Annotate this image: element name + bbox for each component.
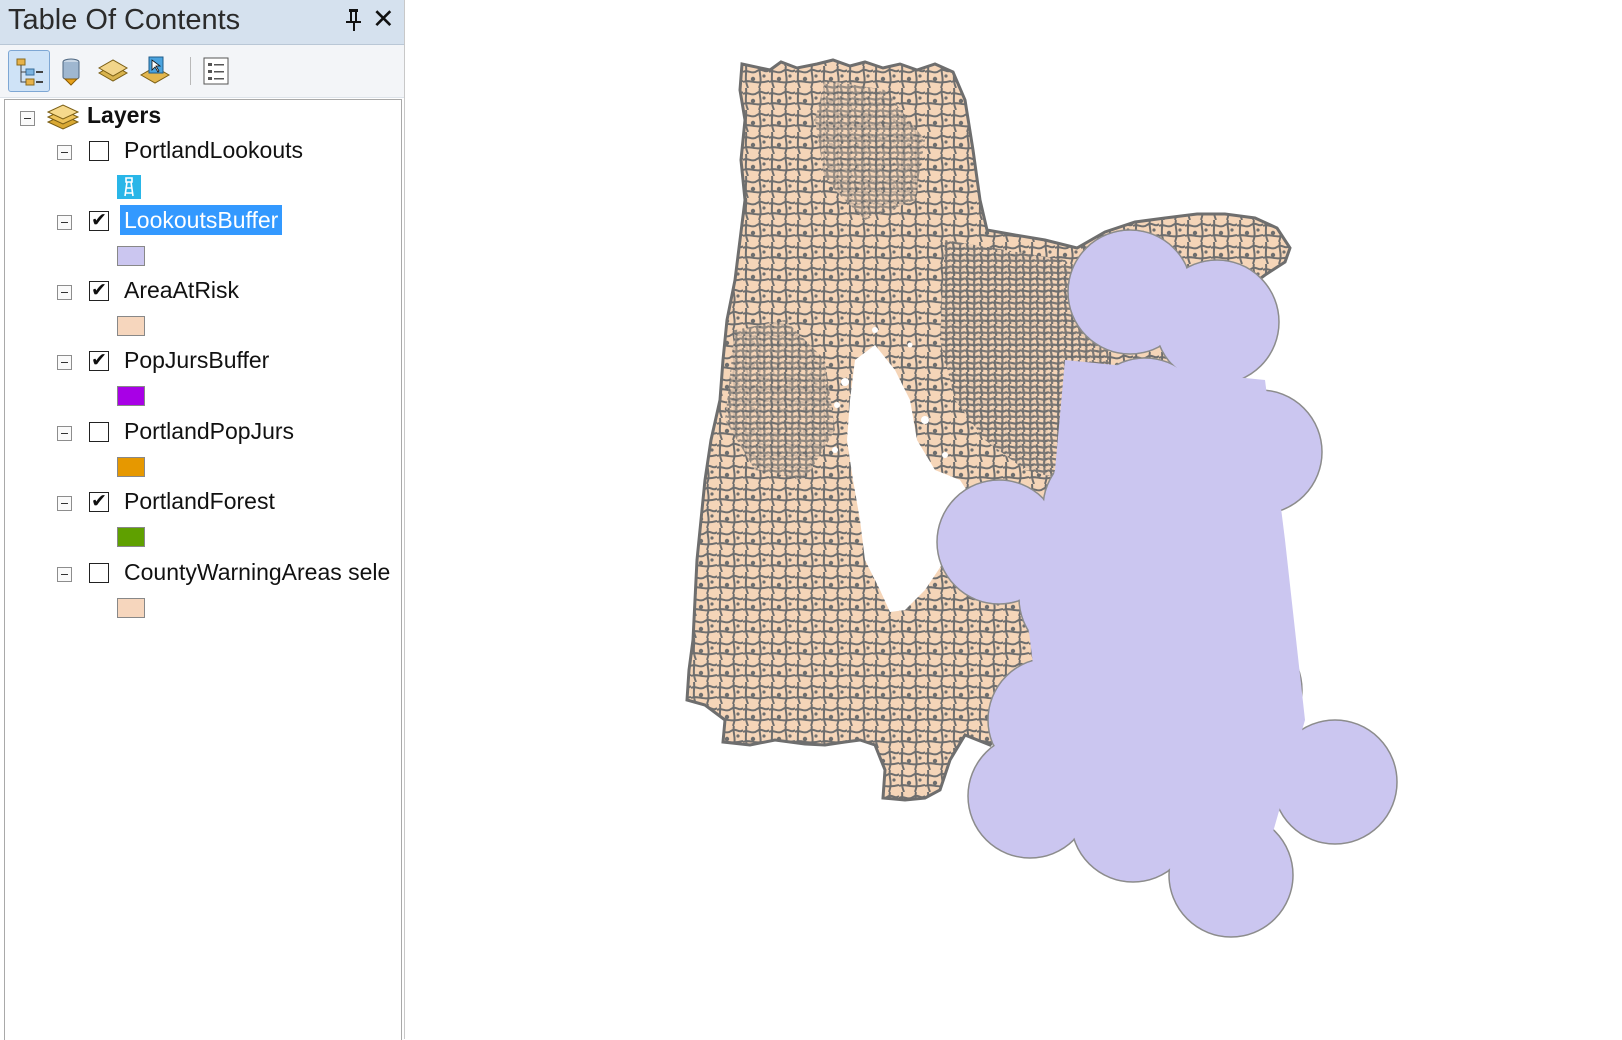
table-of-contents-pane: Table Of Contents ✕ Layers PortlandLooko… [0, 0, 405, 1040]
layer-visibility-checkbox[interactable] [89, 422, 109, 442]
symbol-swatch [117, 527, 145, 547]
checkmark: ✔ [91, 490, 107, 512]
symbol-swatch [117, 598, 145, 618]
checkmark: ✔ [91, 279, 107, 301]
layer-collapse-toggle[interactable] [57, 215, 72, 230]
layer-name[interactable]: LookoutsBuffer [120, 205, 283, 235]
layers-root-label: Layers [87, 102, 162, 128]
options-button[interactable] [196, 50, 238, 92]
close-icon[interactable]: ✕ [372, 6, 395, 34]
layer-visibility-checkbox[interactable]: ✔ [89, 209, 109, 231]
layer-name[interactable]: PortlandForest [120, 486, 279, 516]
layer-visibility-checkbox[interactable] [89, 563, 109, 583]
list-by-visibility-button[interactable] [92, 50, 134, 92]
options-icon [203, 57, 229, 85]
toc-title: Table Of Contents [8, 4, 241, 36]
checkmark: ✔ [91, 209, 107, 231]
list-by-visibility-icon [97, 59, 129, 82]
list-by-drawing-order-icon [16, 58, 43, 86]
layer-collapse-toggle[interactable] [57, 285, 72, 300]
layer-name[interactable]: PortlandPopJurs [120, 416, 298, 446]
toolbar-separator [190, 57, 191, 85]
layer-visibility-checkbox[interactable] [89, 141, 109, 161]
pin-icon[interactable] [343, 7, 365, 33]
layer-collapse-toggle[interactable] [57, 496, 72, 511]
list-by-selection-icon [139, 56, 171, 84]
layer-tree: Layers PortlandLookouts ✔ LookoutsBuffer… [4, 99, 402, 1040]
list-by-selection-button[interactable] [134, 50, 176, 92]
toc-toolbar [0, 45, 404, 98]
layer-visibility-checkbox[interactable]: ✔ [89, 349, 109, 371]
symbol-swatch [117, 246, 145, 266]
list-by-source-button[interactable] [50, 50, 92, 92]
layer-collapse-toggle[interactable] [57, 355, 72, 370]
layer-name[interactable]: CountyWarningAreas sele [120, 557, 394, 587]
symbol-swatch [117, 457, 145, 477]
layer-name[interactable]: AreaAtRisk [120, 275, 243, 305]
map-canvas[interactable] [405, 0, 1622, 1039]
layer-collapse-toggle[interactable] [57, 145, 72, 160]
symbol-swatch [117, 316, 145, 336]
map-view[interactable] [405, 0, 1622, 1039]
layer-visibility-checkbox[interactable]: ✔ [89, 279, 109, 301]
checkmark: ✔ [91, 349, 107, 371]
list-by-source-icon [62, 58, 80, 86]
lookout-tower-icon [117, 175, 141, 199]
layer-collapse-toggle[interactable] [57, 567, 72, 582]
layer-name[interactable]: PortlandLookouts [120, 135, 307, 165]
data-frame-icon [46, 104, 80, 130]
toc-title-bar: Table Of Contents ✕ [0, 0, 404, 45]
list-by-drawing-order-button[interactable] [8, 50, 50, 92]
layer-visibility-checkbox[interactable]: ✔ [89, 490, 109, 512]
layers-collapse-toggle[interactable] [20, 111, 35, 126]
layer-collapse-toggle[interactable] [57, 426, 72, 441]
layer-name[interactable]: PopJursBuffer [120, 345, 273, 375]
symbol-swatch [117, 386, 145, 406]
